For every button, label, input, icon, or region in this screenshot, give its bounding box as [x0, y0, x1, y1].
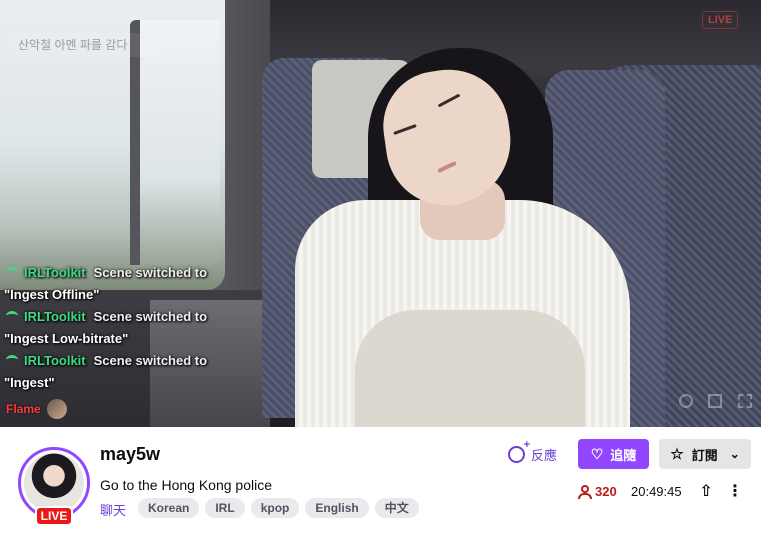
- star-icon: ☆: [670, 446, 684, 463]
- chat-message: IRLToolkit Scene switched to: [0, 306, 260, 328]
- heart-icon: ♡: [590, 445, 604, 462]
- settings-gear-icon[interactable]: [679, 394, 693, 408]
- chat-message: IRLToolkit Scene switched to: [0, 350, 260, 372]
- chat-username: IRLToolkit: [24, 265, 86, 280]
- channel-info-panel: LIVE may5w Go to the Hong Kong police 聊天…: [0, 427, 761, 537]
- channel-name[interactable]: may5w: [100, 444, 160, 465]
- video-frame-top: [355, 310, 585, 427]
- viewer-count: 320: [578, 484, 617, 499]
- react-label: 反應: [531, 447, 558, 463]
- follow-button[interactable]: ♡ 追隨: [578, 439, 649, 469]
- chat-overlay: IRLToolkit Scene switched to "Ingest Offl…: [0, 262, 260, 394]
- more-vertical-icon[interactable]: ⋮: [727, 481, 743, 501]
- chevron-down-icon: ⌄: [729, 447, 740, 461]
- chat-username: Flame: [6, 402, 41, 416]
- wifi-icon: [6, 355, 18, 364]
- video-player[interactable]: 산악철 아멘 파를 감다 LIVE IRLToolkit Scene switch…: [0, 0, 761, 427]
- chat-message-continuation: "Ingest Offline": [4, 287, 100, 302]
- stream-title: Go to the Hong Kong police: [100, 477, 273, 493]
- tag[interactable]: kpop: [250, 498, 300, 518]
- wifi-icon: [6, 267, 18, 276]
- chat-text: Scene switched to: [93, 309, 208, 324]
- chat-message-continuation: "Ingest": [4, 375, 55, 390]
- avatar: [24, 453, 84, 513]
- chat-text: Scene switched to: [93, 265, 208, 280]
- tag[interactable]: 中文: [374, 498, 419, 518]
- share-icon[interactable]: ⇧: [697, 482, 715, 500]
- tag[interactable]: English: [305, 498, 369, 518]
- follow-label: 追隨: [610, 447, 637, 463]
- chat-username: IRLToolkit: [24, 309, 86, 324]
- wifi-icon: [6, 311, 18, 320]
- chat-text: Scene switched to: [93, 353, 208, 368]
- theater-mode-icon[interactable]: [708, 394, 722, 408]
- react-button[interactable]: 反應: [508, 439, 558, 466]
- live-indicator: LIVE: [702, 11, 739, 29]
- person-icon: [578, 484, 592, 499]
- chat-message: IRLToolkit Scene switched to: [0, 262, 260, 284]
- subscribe-label: 訂閱: [691, 447, 718, 463]
- chat-message-continuation: "Ingest Low-bitrate": [4, 331, 129, 346]
- fullscreen-icon[interactable]: [738, 394, 752, 408]
- emoji-plus-icon: [508, 439, 530, 463]
- tag[interactable]: Korean: [138, 498, 200, 518]
- viewer-count-value: 320: [595, 484, 617, 499]
- tag-list: Korean IRL kpop English 中文: [138, 498, 419, 518]
- chat-bottom-user: Flame: [6, 398, 67, 420]
- stream-uptime: 20:49:45: [631, 484, 682, 499]
- overlay-search-hint: 산악철 아멘 파를 감다: [8, 33, 158, 57]
- chat-user-avatar: [46, 399, 67, 419]
- chat-username: IRLToolkit: [24, 353, 86, 368]
- tag[interactable]: IRL: [205, 498, 245, 518]
- subscribe-button[interactable]: ☆ 訂閱 ⌄: [659, 439, 751, 469]
- category-link[interactable]: 聊天: [100, 501, 126, 520]
- live-badge: LIVE: [35, 506, 73, 526]
